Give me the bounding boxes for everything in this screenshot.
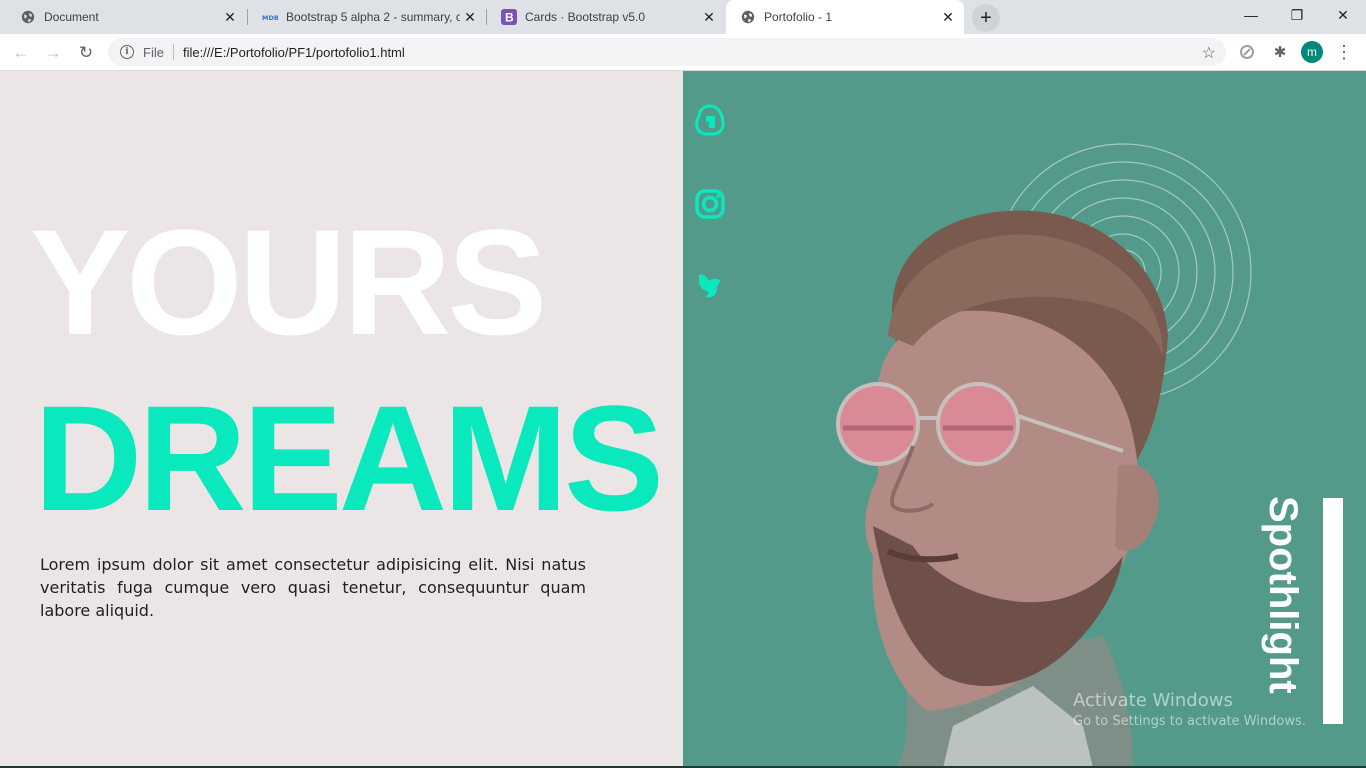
close-tab-icon[interactable]: ✕ [938,7,958,27]
accent-bar [1323,498,1343,724]
extension-icon[interactable] [1235,40,1259,64]
divider [172,44,174,60]
reload-button[interactable]: ↻ [73,40,99,66]
scheme-label: File [143,44,164,60]
close-window-button[interactable]: ✕ [1320,0,1366,30]
tab-title: Portofolio - 1 [764,10,833,24]
tab-strip: Document ✕ MDB Bootstrap 5 alpha 2 - sum… [0,0,1366,34]
page-viewport: YOURS DREAMS Lorem ipsum dolor sit amet … [0,71,1366,768]
activate-windows-watermark: Activate Windows Go to Settings to activ… [1073,689,1306,731]
info-icon[interactable]: i [120,45,134,59]
tab-title: Document [44,10,99,24]
portrait-image [836,210,1168,768]
hero-body-text: Lorem ipsum dolor sit amet consectetur a… [40,555,586,620]
bird-icon[interactable] [695,269,725,299]
tab-title: Cards · Bootstrap v5.0 [525,10,646,24]
browser-toolbar: ← → ↻ i File file:///E:/Portofolio/PF1/p… [0,34,1366,71]
svg-text:B: B [505,11,514,25]
tab-bootstrap-summary[interactable]: MDB Bootstrap 5 alpha 2 - summary, c ✕ [248,0,486,34]
minimize-button[interactable]: — [1228,0,1274,30]
tab-portofolio[interactable]: Portofolio - 1 ✕ [726,0,964,34]
hero-left-panel: YOURS DREAMS Lorem ipsum dolor sit amet … [0,71,683,768]
back-button[interactable]: ← [8,40,34,66]
close-tab-icon[interactable]: ✕ [699,7,719,27]
profile-avatar[interactable]: m [1301,41,1323,63]
watermark-subtitle: Go to Settings to activate Windows. [1073,714,1306,729]
hero-right-panel: Spothlight Activate Windows Go to Settin… [683,71,1366,768]
hero-heading-line1: YOURS [30,198,547,366]
forward-button[interactable]: → [40,40,66,66]
mdb-icon: MDB [262,9,278,25]
watermark-title: Activate Windows [1073,690,1233,711]
puzzle-icon[interactable]: ✱ [1268,40,1292,64]
tab-title: Bootstrap 5 alpha 2 - summary, c [286,10,460,24]
tab-document[interactable]: Document ✕ [6,0,246,34]
close-tab-icon[interactable]: ✕ [220,7,240,27]
globe-icon [740,9,756,25]
globe-icon [20,9,36,25]
url-text[interactable]: file:///E:/Portofolio/PF1/portofolio1.ht… [183,45,405,60]
cloud-icon[interactable] [695,104,725,139]
close-tab-icon[interactable]: ✕ [460,7,480,27]
instagram-icon[interactable] [695,189,725,219]
restore-button[interactable]: ❐ [1274,0,1320,30]
tab-bootstrap-cards[interactable]: B Cards · Bootstrap v5.0 ✕ [487,0,725,34]
address-bar[interactable]: i File file:///E:/Portofolio/PF1/portofo… [108,38,1226,66]
new-tab-button[interactable]: + [972,4,1000,32]
bootstrap-icon: B [501,9,517,25]
hero-heading-line2: DREAMS [34,374,664,542]
bookmark-star-icon[interactable]: ☆ [1202,43,1216,63]
svg-text:MDB: MDB [262,14,278,22]
menu-icon[interactable]: ⋮ [1332,40,1356,64]
